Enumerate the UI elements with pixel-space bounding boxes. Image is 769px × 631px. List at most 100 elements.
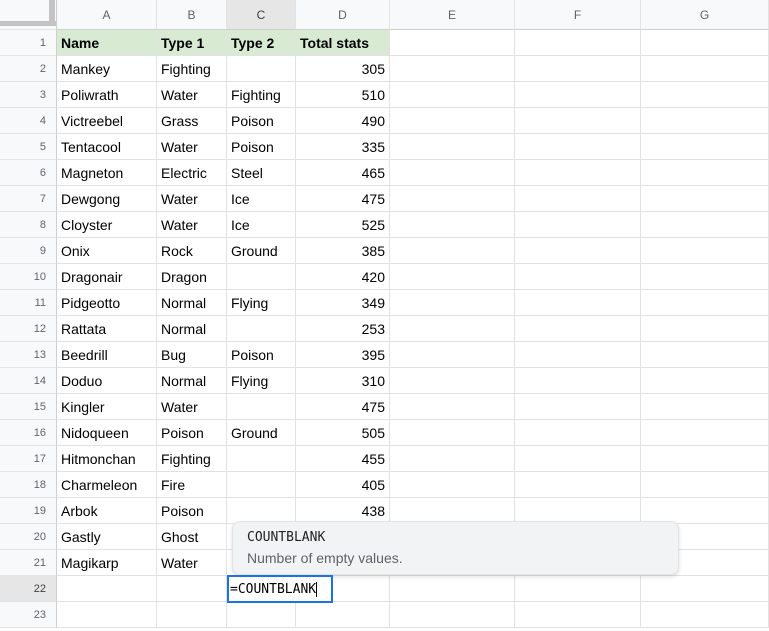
row-header-10[interactable]: 10: [0, 264, 57, 290]
cell-G14[interactable]: [641, 368, 769, 394]
cell-A20[interactable]: Gastly: [57, 524, 157, 550]
cell-B13[interactable]: Bug: [157, 342, 227, 368]
cell-B10[interactable]: Dragon: [157, 264, 227, 290]
cell-D5[interactable]: 335: [296, 134, 390, 160]
cell-B9[interactable]: Rock: [157, 238, 227, 264]
cell-D23[interactable]: [296, 602, 390, 628]
cell-B2[interactable]: Fighting: [157, 56, 227, 82]
row-header-2[interactable]: 2: [0, 56, 57, 82]
cell-D4[interactable]: 490: [296, 108, 390, 134]
cell-C12[interactable]: [227, 316, 296, 342]
cell-B21[interactable]: Water: [157, 550, 227, 576]
cell-C9[interactable]: Ground: [227, 238, 296, 264]
cell-B5[interactable]: Water: [157, 134, 227, 160]
cell-F11[interactable]: [515, 290, 641, 316]
cell-G15[interactable]: [641, 394, 769, 420]
row-header-13[interactable]: 13: [0, 342, 57, 368]
row-header-4[interactable]: 4: [0, 108, 57, 134]
cell-E3[interactable]: [390, 82, 515, 108]
cell-F12[interactable]: [515, 316, 641, 342]
cell-E1[interactable]: [390, 30, 515, 56]
cell-F13[interactable]: [515, 342, 641, 368]
cell-D3[interactable]: 510: [296, 82, 390, 108]
cell-D1[interactable]: Total stats: [296, 30, 390, 56]
cell-A14[interactable]: Doduo: [57, 368, 157, 394]
cell-F7[interactable]: [515, 186, 641, 212]
cell-C18[interactable]: [227, 472, 296, 498]
cell-C2[interactable]: [227, 56, 296, 82]
cell-B11[interactable]: Normal: [157, 290, 227, 316]
row-header-18[interactable]: 18: [0, 472, 57, 498]
cell-F14[interactable]: [515, 368, 641, 394]
cell-A22[interactable]: [57, 576, 157, 602]
cell-F15[interactable]: [515, 394, 641, 420]
cell-A4[interactable]: Victreebel: [57, 108, 157, 134]
row-header-17[interactable]: 17: [0, 446, 57, 472]
cell-A7[interactable]: Dewgong: [57, 186, 157, 212]
cell-A9[interactable]: Onix: [57, 238, 157, 264]
cell-E14[interactable]: [390, 368, 515, 394]
cell-D11[interactable]: 349: [296, 290, 390, 316]
row-header-3[interactable]: 3: [0, 82, 57, 108]
cell-B17[interactable]: Fighting: [157, 446, 227, 472]
cell-C16[interactable]: Ground: [227, 420, 296, 446]
row-header-15[interactable]: 15: [0, 394, 57, 420]
cell-G6[interactable]: [641, 160, 769, 186]
row-header-16[interactable]: 16: [0, 420, 57, 446]
cell-E4[interactable]: [390, 108, 515, 134]
formula-cell-editor[interactable]: =COUNTBLANK: [227, 575, 333, 603]
cell-B19[interactable]: Poison: [157, 498, 227, 524]
cell-B14[interactable]: Normal: [157, 368, 227, 394]
cell-C3[interactable]: Fighting: [227, 82, 296, 108]
cell-B15[interactable]: Water: [157, 394, 227, 420]
cell-E5[interactable]: [390, 134, 515, 160]
cell-G8[interactable]: [641, 212, 769, 238]
cell-D15[interactable]: 475: [296, 394, 390, 420]
cell-G18[interactable]: [641, 472, 769, 498]
cell-F5[interactable]: [515, 134, 641, 160]
cell-F1[interactable]: [515, 30, 641, 56]
cell-A11[interactable]: Pidgeotto: [57, 290, 157, 316]
row-header-11[interactable]: 11: [0, 290, 57, 316]
cell-A15[interactable]: Kingler: [57, 394, 157, 420]
cell-A10[interactable]: Dragonair: [57, 264, 157, 290]
cell-C10[interactable]: [227, 264, 296, 290]
cell-C11[interactable]: Flying: [227, 290, 296, 316]
cell-F2[interactable]: [515, 56, 641, 82]
cell-F3[interactable]: [515, 82, 641, 108]
cell-D10[interactable]: 420: [296, 264, 390, 290]
cell-D14[interactable]: 310: [296, 368, 390, 394]
cell-D7[interactable]: 475: [296, 186, 390, 212]
cell-F18[interactable]: [515, 472, 641, 498]
cell-A23[interactable]: [57, 602, 157, 628]
cell-E8[interactable]: [390, 212, 515, 238]
cell-E15[interactable]: [390, 394, 515, 420]
cell-E13[interactable]: [390, 342, 515, 368]
cell-B8[interactable]: Water: [157, 212, 227, 238]
cell-G13[interactable]: [641, 342, 769, 368]
cell-G22[interactable]: [641, 576, 769, 602]
cell-D16[interactable]: 505: [296, 420, 390, 446]
row-header-22[interactable]: 22: [0, 576, 57, 602]
cell-F16[interactable]: [515, 420, 641, 446]
cell-G5[interactable]: [641, 134, 769, 160]
cell-A16[interactable]: Nidoqueen: [57, 420, 157, 446]
row-header-14[interactable]: 14: [0, 368, 57, 394]
select-all-corner[interactable]: [0, 0, 57, 30]
cell-D12[interactable]: 253: [296, 316, 390, 342]
column-header-d[interactable]: D: [296, 0, 390, 30]
cell-B20[interactable]: Ghost: [157, 524, 227, 550]
cell-G7[interactable]: [641, 186, 769, 212]
cell-G4[interactable]: [641, 108, 769, 134]
cell-A19[interactable]: Arbok: [57, 498, 157, 524]
cell-C8[interactable]: Ice: [227, 212, 296, 238]
cell-C15[interactable]: [227, 394, 296, 420]
cell-F6[interactable]: [515, 160, 641, 186]
cell-F9[interactable]: [515, 238, 641, 264]
column-header-b[interactable]: B: [157, 0, 227, 30]
cell-F22[interactable]: [515, 576, 641, 602]
cell-G1[interactable]: [641, 30, 769, 56]
cell-C4[interactable]: Poison: [227, 108, 296, 134]
row-header-20[interactable]: 20: [0, 524, 57, 550]
cell-C17[interactable]: [227, 446, 296, 472]
